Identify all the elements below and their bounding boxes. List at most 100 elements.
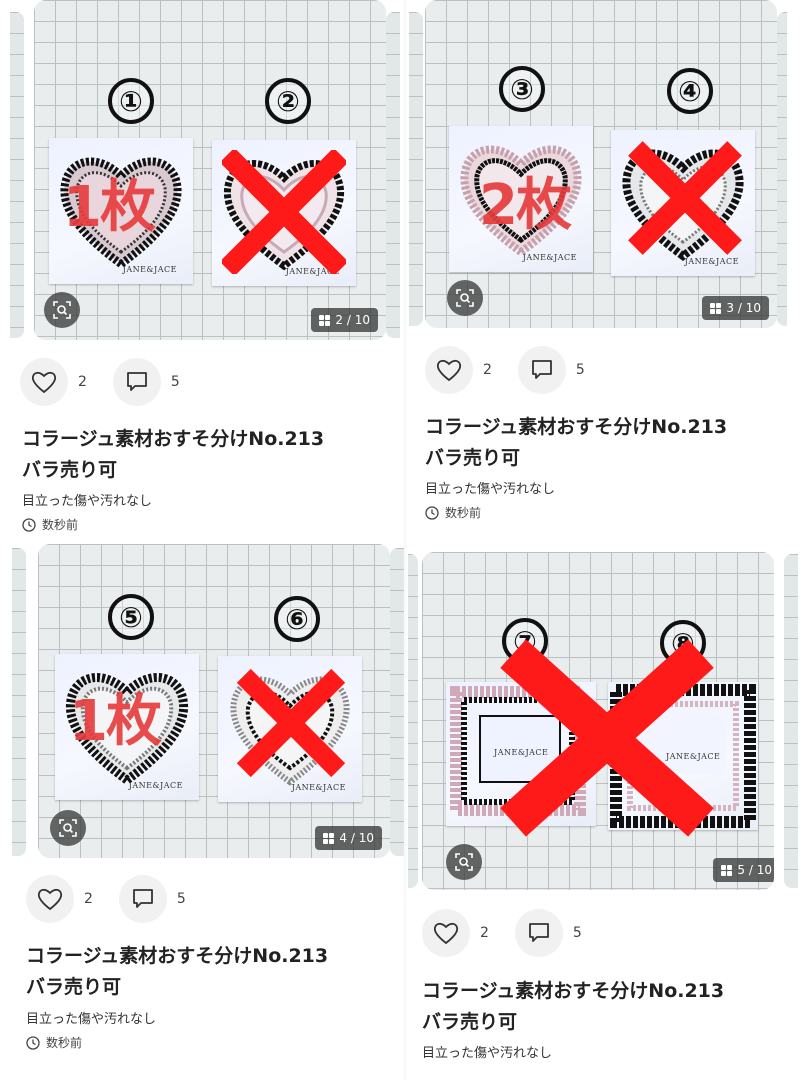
item-number-label: ④	[667, 68, 713, 114]
posted-time: 数秒前	[425, 504, 481, 521]
listing-title-line2: バラ売り可	[26, 976, 122, 998]
prev-image-peek[interactable]	[409, 12, 423, 326]
comment-icon	[529, 923, 549, 942]
next-image-peek[interactable]	[390, 548, 404, 856]
lace-heart-sticker: JANE&JACE	[611, 130, 755, 276]
unavailable-cross-mark	[222, 150, 346, 274]
lace-heart-sticker: JANE&JACE	[218, 656, 362, 802]
image-counter-text: 3 / 10	[726, 301, 761, 315]
like-count: 2	[483, 362, 492, 378]
image-carousel[interactable]: ① ② JANE&JACE 1枚 JANE&JACE 2 / 10	[34, 0, 386, 340]
zoom-scan-icon	[456, 289, 474, 307]
like-button[interactable]	[422, 909, 470, 957]
heart-icon	[37, 888, 63, 911]
posted-time-text: 数秒前	[42, 518, 79, 532]
item-number-label: ①	[108, 78, 154, 124]
listing-title-line2: バラ売り可	[425, 447, 521, 469]
comment-button[interactable]	[514, 909, 563, 957]
listing-title[interactable]: コラージュ素材おすそ分けNo.213 バラ売り可	[22, 424, 374, 486]
image-carousel[interactable]: ⑤ ⑥ JANE&JACE 1枚 JANE&JACE 4 / 10	[38, 544, 390, 858]
sticker-brand: JANE&JACE	[122, 265, 177, 274]
comment-button[interactable]	[517, 346, 566, 394]
action-bar: 2 5	[26, 875, 212, 923]
action-bar: 2 5	[425, 346, 611, 394]
like-button[interactable]	[20, 358, 68, 406]
next-image-peek[interactable]	[777, 12, 787, 326]
comment-count: 5	[176, 891, 186, 907]
listing-title[interactable]: コラージュ素材おすそ分けNo.213 バラ売り可	[26, 941, 378, 1003]
like-count: 2	[480, 925, 489, 941]
image-carousel[interactable]: ③ ④ JANE&JACE 2枚 JANE&JACE 3 / 10	[425, 0, 777, 328]
next-image-peek[interactable]	[386, 12, 400, 338]
column-divider	[403, 0, 407, 1080]
lace-heart-sticker: JANE&JACE 1枚	[55, 654, 199, 800]
comment-count: 5	[572, 925, 582, 941]
zoom-button[interactable]	[50, 810, 86, 846]
heart-icon	[436, 359, 462, 382]
image-counter-text: 4 / 10	[339, 831, 374, 845]
item-condition: 目立った傷や汚れなし	[22, 494, 153, 509]
unavailable-cross-mark	[236, 668, 346, 778]
listing-title-line2: バラ売り可	[422, 1011, 518, 1033]
listing-title-line2: バラ売り可	[22, 459, 118, 481]
heart-icon	[433, 922, 459, 945]
lace-heart-sticker: JANE&JACE	[212, 140, 356, 286]
comment-count: 5	[170, 374, 180, 390]
zoom-button[interactable]	[44, 292, 80, 328]
item-condition: 目立った傷や汚れなし	[422, 1046, 553, 1061]
image-counter-text: 5 / 10	[737, 863, 772, 877]
comment-icon	[133, 889, 153, 908]
images-grid-icon	[323, 832, 335, 844]
like-button[interactable]	[26, 875, 74, 923]
item-number-label: ②	[265, 78, 311, 124]
item-condition: 目立った傷や汚れなし	[26, 1012, 157, 1027]
zoom-button[interactable]	[447, 280, 483, 316]
comment-button[interactable]	[118, 875, 167, 923]
posted-time-text: 数秒前	[445, 506, 482, 520]
zoom-scan-icon	[455, 853, 473, 871]
lace-heart-sticker: JANE&JACE 2枚	[449, 126, 593, 272]
quantity-overlay: 1枚	[69, 689, 162, 754]
listing-title-line1: コラージュ素材おすそ分けNo.213	[26, 945, 329, 967]
comment-button[interactable]	[112, 358, 161, 406]
listing-title-line1: コラージュ素材おすそ分けNo.213	[22, 428, 325, 450]
comment-count: 5	[575, 362, 585, 378]
images-grid-icon	[319, 314, 331, 326]
clock-icon	[22, 517, 36, 532]
quantity-overlay: 2枚	[479, 173, 572, 238]
sticker-brand: JANE&JACE	[291, 783, 346, 792]
comment-icon	[127, 372, 147, 391]
image-counter: 3 / 10	[702, 296, 769, 320]
zoom-scan-icon	[53, 301, 71, 319]
zoom-button[interactable]	[446, 844, 482, 880]
unavailable-cross-mark	[500, 639, 714, 837]
posted-time-text: 数秒前	[46, 1036, 83, 1050]
quantity-overlay: 1枚	[63, 175, 156, 240]
image-counter: 2 / 10	[311, 308, 378, 332]
sticker-brand: JANE&JACE	[522, 253, 577, 262]
prev-image-peek[interactable]	[12, 548, 26, 856]
clock-icon	[26, 1035, 40, 1050]
sticker-brand: JANE&JACE	[128, 781, 183, 790]
item-number-label: ⑤	[108, 594, 154, 640]
heart-icon	[31, 371, 57, 394]
posted-time: 数秒前	[22, 516, 78, 533]
comment-icon	[532, 360, 552, 379]
next-image-peek[interactable]	[784, 554, 798, 888]
prev-image-peek[interactable]	[408, 554, 418, 888]
prev-image-peek[interactable]	[10, 12, 24, 338]
zoom-scan-icon	[59, 819, 77, 837]
action-bar: 2 5	[422, 909, 608, 957]
listing-title[interactable]: コラージュ素材おすそ分けNo.213 バラ売り可	[422, 976, 774, 1038]
image-counter: 5 / 10	[713, 858, 774, 882]
images-grid-icon	[721, 864, 733, 876]
like-button[interactable]	[425, 346, 473, 394]
listing-title-line1: コラージュ素材おすそ分けNo.213	[425, 416, 728, 438]
unavailable-cross-mark	[628, 141, 742, 255]
item-number-label: ③	[499, 66, 545, 112]
lace-heart-sticker: JANE&JACE 1枚	[49, 138, 193, 284]
listing-title[interactable]: コラージュ素材おすそ分けNo.213 バラ売り可	[425, 412, 777, 474]
image-counter-text: 2 / 10	[335, 313, 370, 327]
item-condition: 目立った傷や汚れなし	[425, 482, 556, 497]
image-carousel[interactable]: ⑦ ⑧ JANE&JACE JANE&JACE	[422, 552, 774, 890]
